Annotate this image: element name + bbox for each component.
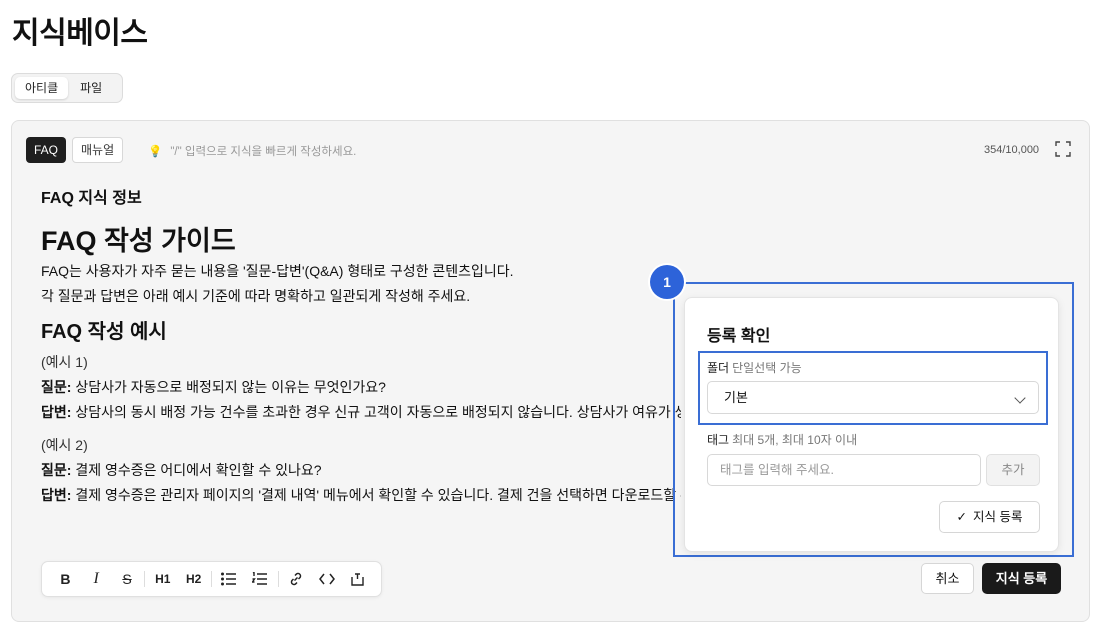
register-confirm-dialog: 등록 확인 폴더단일선택 가능 기본 태그최대 5개, 최대 10자 이내 추가…	[684, 297, 1059, 552]
example-label-2: (예시 2)	[41, 437, 88, 453]
toolbar-divider	[144, 571, 146, 587]
folder-label: 폴더 단일선택 가능	[707, 359, 802, 376]
editor-hint-text: "/" 입력으로 지식을 빠르게 작성하세요.	[170, 146, 357, 158]
ordered-list-icon[interactable]	[245, 565, 276, 593]
folder-label-text: 폴더	[707, 361, 730, 375]
dialog-title: 등록 확인	[707, 328, 771, 345]
lightbulb-icon: 💡	[148, 146, 163, 158]
intro-line-2: 각 질문과 답변은 아래 예시 기준에 따라 명확하고 일관되게 작성해 주세요…	[41, 288, 471, 304]
document-heading-2: FAQ 작성 예시	[41, 321, 167, 343]
italic-icon[interactable]: I	[81, 565, 112, 593]
chip-manual[interactable]: 매뉴얼	[72, 137, 124, 163]
heading2-icon[interactable]: H2	[178, 565, 209, 593]
bullet-list-glyph	[221, 572, 237, 586]
code-glyph	[318, 573, 335, 585]
tag-label-text: 태그	[707, 433, 730, 447]
cancel-button[interactable]: 취소	[921, 563, 974, 594]
tag-label-sub: 최대 5개, 최대 10자 이내	[732, 433, 858, 447]
code-icon[interactable]	[311, 565, 342, 593]
example-answer-1: 답변: 상담사의 동시 배정 가능 건수를 초과한 경우 신규 고객이 자동으로…	[41, 400, 681, 425]
bold-icon[interactable]: B	[50, 565, 81, 593]
question-text: 상담사가 자동으로 배정되지 않는 이유는 무엇인가요?	[71, 379, 386, 395]
chip-faq[interactable]: FAQ	[26, 137, 67, 163]
folder-select[interactable]: 기본	[707, 381, 1039, 414]
step-badge: 1	[650, 265, 684, 299]
check-icon: ✓	[956, 510, 967, 524]
bullet-list-icon[interactable]	[214, 565, 245, 593]
format-toolbar: B I S H1 H2	[41, 561, 382, 597]
tag-add-button[interactable]: 추가	[986, 454, 1040, 486]
question-text: 결제 영수증은 어디에서 확인할 수 있나요?	[71, 462, 322, 478]
register-button[interactable]: 지식 등록	[982, 563, 1061, 594]
link-glyph	[290, 572, 302, 586]
answer-text: 결제 영수증은 관리자 페이지의 '결제 내역' 메뉴에서 확인할 수 있습니다…	[75, 487, 681, 503]
folder-label-sub: 단일선택 가능	[732, 361, 802, 375]
answer-label: 답변:	[41, 487, 72, 503]
toolbar-divider	[277, 571, 279, 587]
link-icon[interactable]	[281, 565, 312, 593]
char-counter: 354/10,000	[984, 144, 1040, 156]
tab-file[interactable]: 파일	[70, 77, 112, 99]
expand-icon[interactable]	[1055, 141, 1071, 157]
example-question-2: 질문: 결제 영수증은 어디에서 확인할 수 있나요?	[41, 458, 681, 483]
folder-select-value: 기본	[724, 390, 748, 405]
insert-block-glyph	[351, 572, 364, 586]
question-label: 질문:	[41, 379, 72, 395]
heading1-icon[interactable]: H1	[147, 565, 178, 593]
editor-hint: 💡 "/" 입력으로 지식을 빠르게 작성하세요.	[148, 143, 356, 159]
strikethrough-icon[interactable]: S	[112, 565, 143, 593]
tab-article[interactable]: 아티클	[15, 77, 69, 99]
answer-label: 답변:	[41, 404, 72, 420]
tag-input[interactable]	[707, 454, 981, 486]
dialog-register-button[interactable]: ✓ 지식 등록	[939, 501, 1040, 533]
toolbar-divider	[211, 571, 212, 587]
ordered-list-glyph	[252, 572, 268, 585]
chevron-down-icon	[1014, 392, 1026, 404]
content-type-tabs: 아티클 파일	[11, 73, 123, 103]
tag-label: 태그 최대 5개, 최대 10자 이내	[707, 431, 857, 448]
document-meta-title: FAQ 지식 정보	[41, 190, 142, 207]
question-label: 질문:	[41, 462, 72, 478]
example-label-1: (예시 1)	[41, 354, 88, 370]
document-body[interactable]: FAQ 지식 정보 FAQ 작성 가이드 FAQ는 사용자가 자주 묻는 내용을…	[41, 181, 681, 508]
document-heading-1: FAQ 작성 가이드	[41, 226, 236, 256]
example-question-1: 질문: 상담사가 자동으로 배정되지 않는 이유는 무엇인가요?	[41, 375, 681, 400]
page-title: 지식베이스	[12, 17, 148, 50]
insert-block-icon[interactable]	[342, 565, 373, 593]
dialog-register-label: 지식 등록	[973, 510, 1023, 524]
answer-text: 상담사의 동시 배정 가능 건수를 초과한 경우 신규 고객이 자동으로 배정되…	[75, 404, 681, 420]
intro-line-1: FAQ는 사용자가 자주 묻는 내용을 '질문-답변'(Q&A) 형태로 구성한…	[41, 263, 514, 279]
example-answer-2: 답변: 결제 영수증은 관리자 페이지의 '결제 내역' 메뉴에서 확인할 수 …	[41, 483, 681, 508]
